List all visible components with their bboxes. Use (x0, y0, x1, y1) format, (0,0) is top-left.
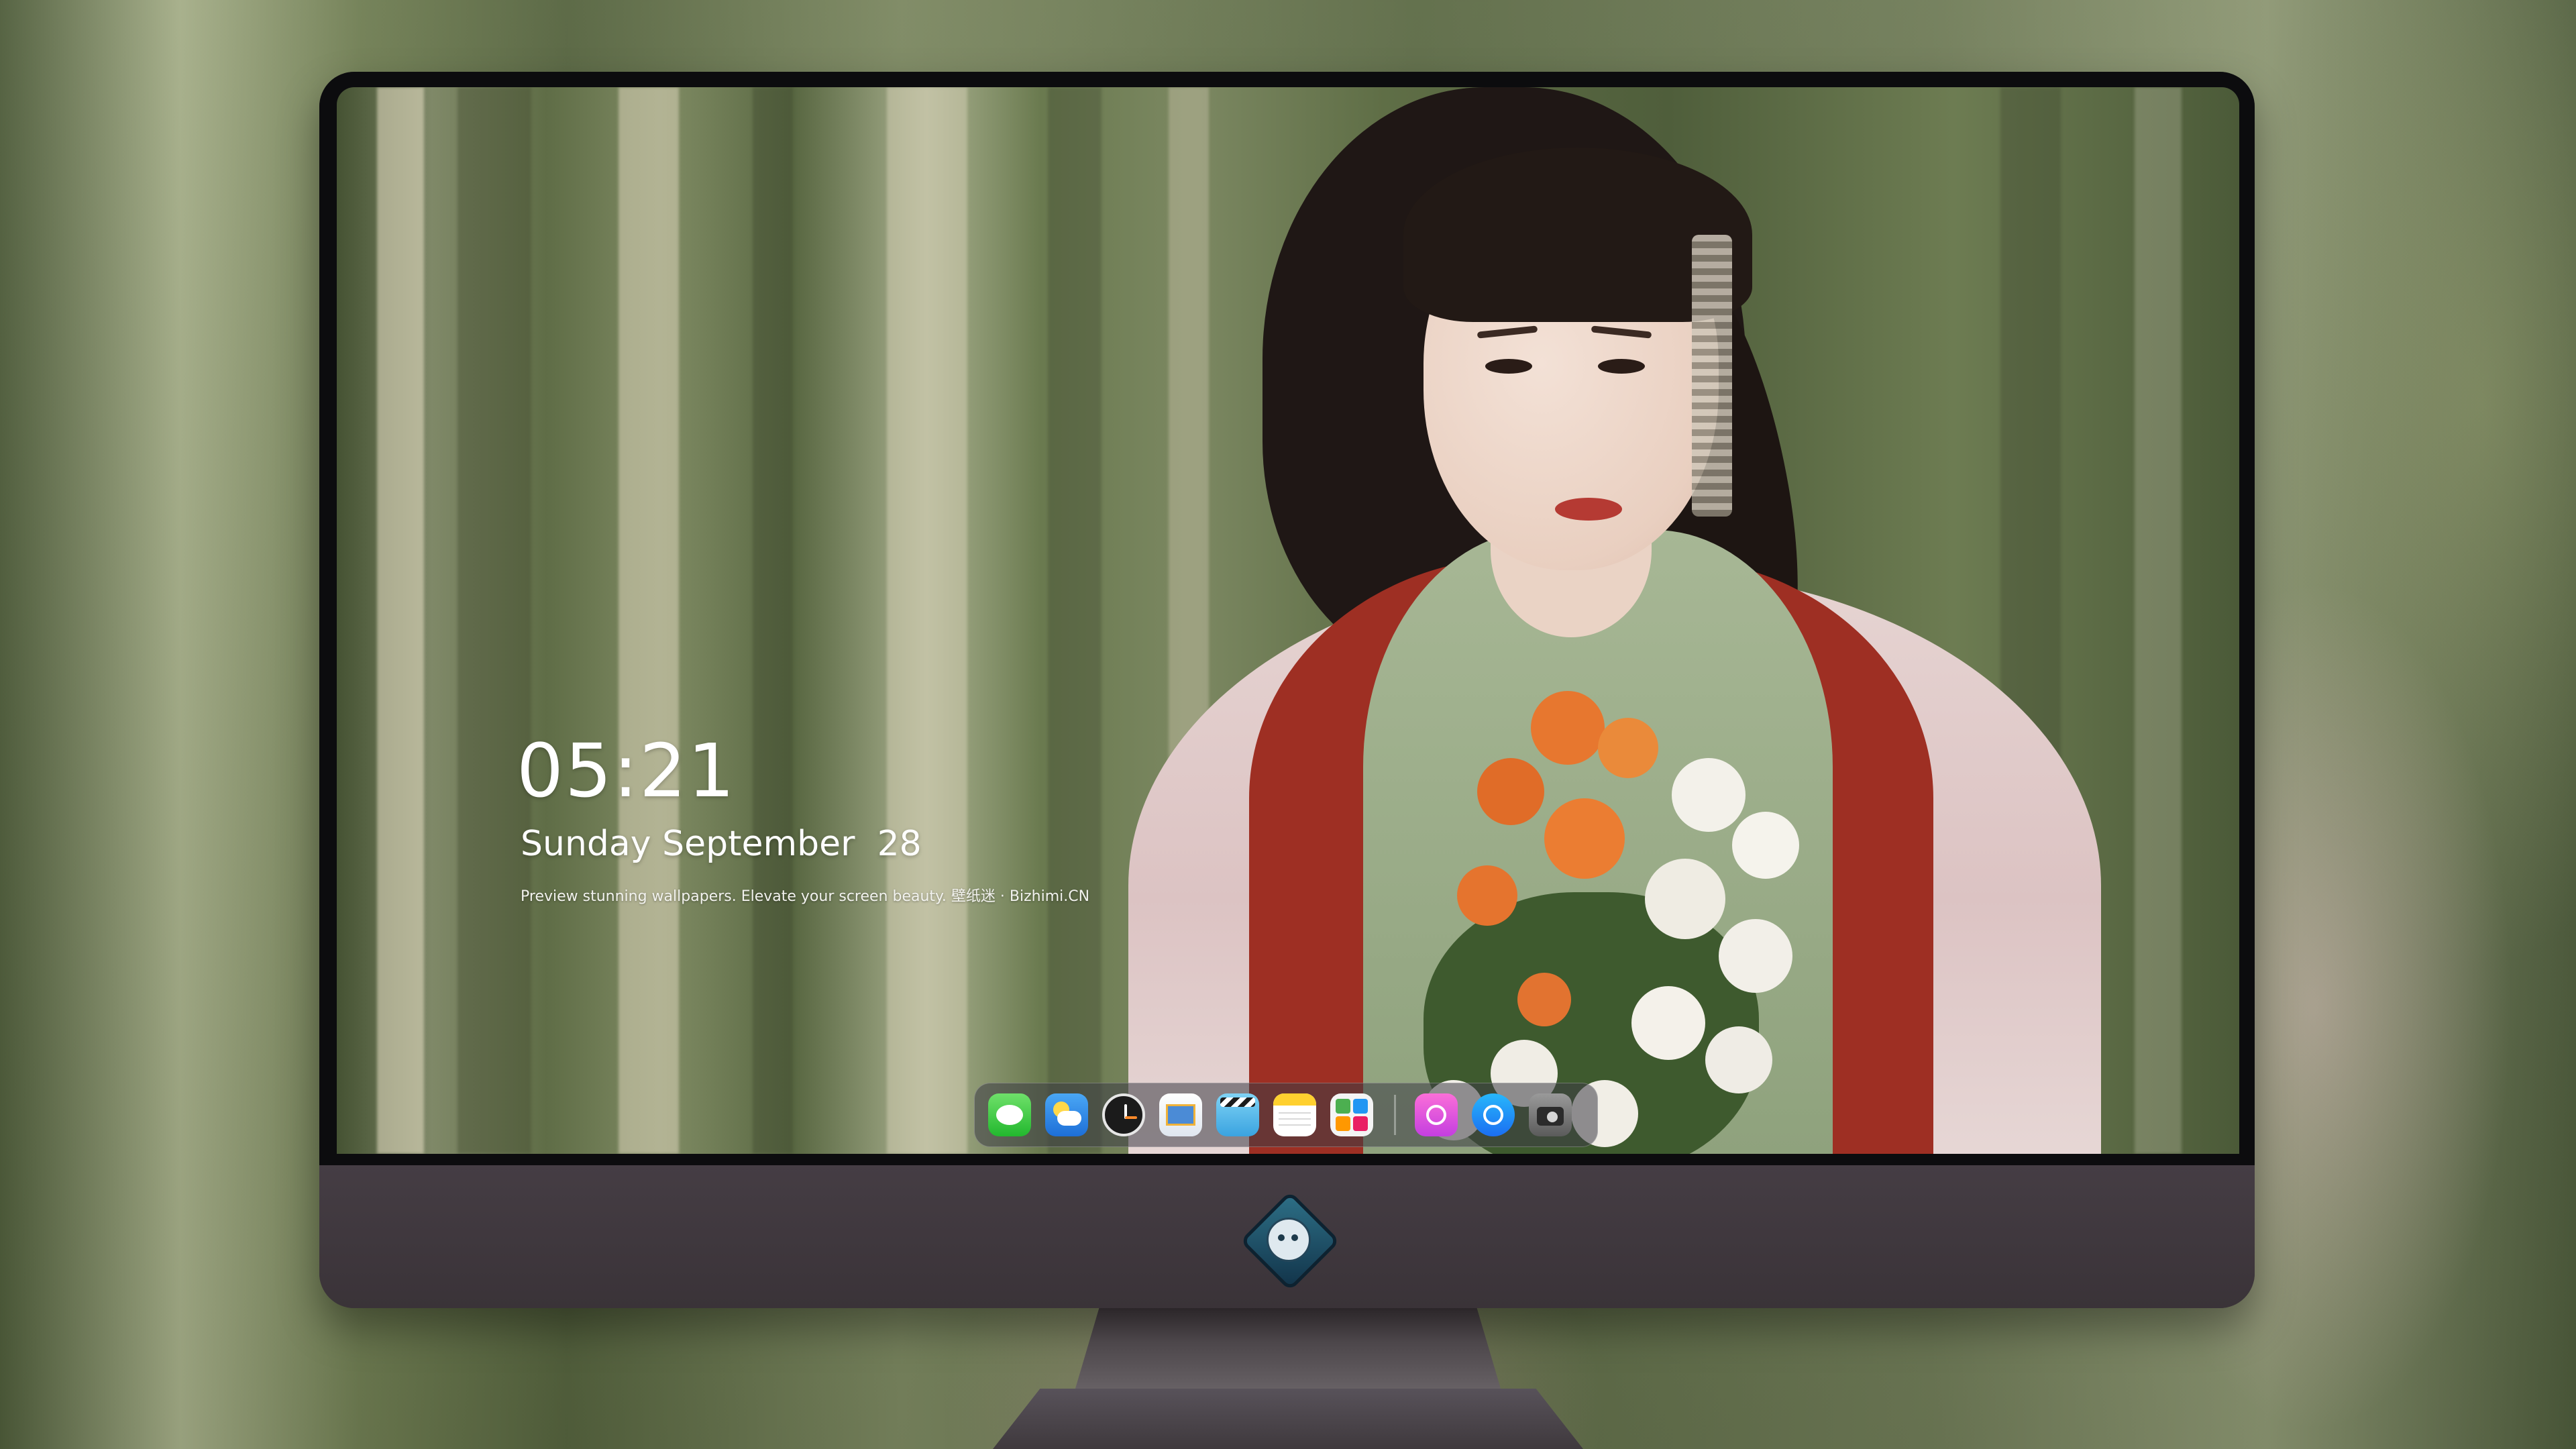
lips (1555, 498, 1622, 521)
music-icon[interactable] (1415, 1093, 1458, 1136)
clips-icon[interactable] (1216, 1093, 1259, 1136)
weather-icon[interactable] (1045, 1093, 1088, 1136)
notes-icon[interactable] (1273, 1093, 1316, 1136)
white-flower (1732, 812, 1799, 879)
preview-icon[interactable] (1159, 1093, 1202, 1136)
right-eye (1598, 359, 1645, 374)
hair-ornament (1692, 235, 1732, 517)
dock-separator (1394, 1095, 1396, 1135)
app-store-icon[interactable] (1472, 1093, 1515, 1136)
tree-trunk (2135, 87, 2182, 1154)
lock-screen-time: 05:21 (517, 728, 737, 814)
orange-rose (1517, 973, 1571, 1026)
left-eye (1485, 359, 1532, 374)
lock-screen-date: Sunday September 28 (521, 824, 922, 864)
clock-icon[interactable] (1102, 1093, 1145, 1136)
monitor-chin (319, 1165, 2255, 1308)
camera-icon[interactable] (1529, 1093, 1572, 1136)
white-flower (1705, 1026, 1772, 1093)
dock (974, 1083, 1598, 1147)
mascot-face-icon (1267, 1218, 1311, 1262)
tree-trunk (377, 87, 424, 1154)
tree-trunk (753, 87, 793, 1154)
monitor-stand-base (993, 1389, 1583, 1449)
wallpaper-tagline: Preview stunning wallpapers. Elevate you… (521, 888, 1090, 905)
white-flower (1719, 919, 1792, 993)
white-flower (1631, 986, 1705, 1060)
messages-icon[interactable] (988, 1093, 1031, 1136)
tree-trunk (887, 87, 967, 1154)
orange-rose (1457, 865, 1517, 926)
tree-trunk (619, 87, 679, 1154)
tree-trunk (1048, 87, 1102, 1154)
orange-rose (1544, 798, 1625, 879)
orange-rose (1531, 691, 1605, 765)
tree-trunk (458, 87, 531, 1154)
monitor-stand-neck (1073, 1308, 1503, 1395)
orange-rose (1477, 758, 1544, 825)
white-flower (1672, 758, 1746, 832)
white-flower (1645, 859, 1725, 939)
lock-screen[interactable] (337, 87, 2239, 1154)
photos-icon[interactable] (1330, 1093, 1373, 1136)
orange-rose (1598, 718, 1658, 778)
